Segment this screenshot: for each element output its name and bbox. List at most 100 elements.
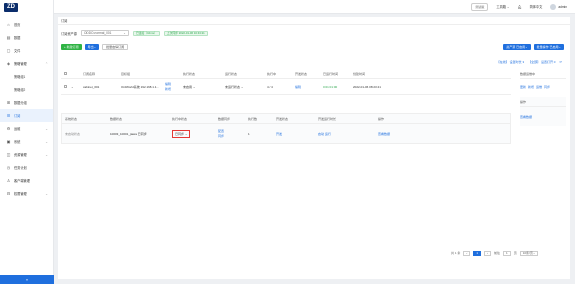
sidebar-item-data[interactable]: ▤ 数据 <box>0 31 53 44</box>
page-number[interactable]: 1 <box>473 250 482 256</box>
sidebar-nav: ⌂ 首页 ▤ 数据 ▢ 文件 ◈ 策略管理 ⌃ 策略组1 策略组2 ⊞ 数据分组 ☰ 订阅 ⚙… <box>0 18 53 200</box>
bell-icon[interactable]: 🔔︎ <box>518 5 522 9</box>
edit-link[interactable]: 编辑 <box>165 82 183 86</box>
sync-link[interactable]: 同步 <box>218 134 248 138</box>
next-page-button[interactable]: › <box>484 250 492 256</box>
sidebar-item-label: 订阅 <box>14 114 21 118</box>
sidebar-item-label: 系统 <box>14 140 21 144</box>
page-title-row: 订阅 <box>58 17 570 25</box>
cell-created: 2022-01-06 08:23:41 <box>353 84 381 89</box>
sidebar-item-file[interactable]: ▢ 文件 <box>0 44 53 57</box>
language-switch[interactable]: 简体中文 <box>530 4 543 9</box>
sidebar-item-label: 策略管理 <box>14 62 27 66</box>
sidebar-item-schedule[interactable]: ◷ 任务计划 <box>0 161 53 174</box>
select-all-checkbox[interactable] <box>64 71 67 75</box>
sidebar-item-label: 数据分组 <box>14 101 27 105</box>
sidebar-item-ops[interactable]: ⚙ 运维 ⌄ <box>0 122 53 135</box>
add-link[interactable]: 新增 <box>165 87 183 91</box>
toolbox-menu[interactable]: 工具箱 ⌄ <box>496 4 509 9</box>
sidebar-item-system[interactable]: ▣ 系统 ⌄ <box>0 135 53 148</box>
logo[interactable]: ZD <box>0 0 53 14</box>
sidebar-collapse-button[interactable]: « <box>0 275 54 284</box>
system-icon: ▣ <box>6 139 11 144</box>
goto-input[interactable]: 1 <box>503 250 511 256</box>
source-select[interactable]: ODDO-normal_001 ⌄ <box>80 30 129 36</box>
update-link[interactable]: 更新 <box>520 85 526 89</box>
right-panel-actions: 更新 新增 运维 同步 <box>520 79 566 95</box>
source-select-value: ODDO-normal_001 <box>83 31 112 35</box>
exec-state-value: 未启用 <box>183 84 193 89</box>
sub-cell-exec-count: 1 <box>248 131 250 136</box>
filter-online[interactable]: 【在线】 设置时长 3 <box>497 60 524 64</box>
source-enabled-button[interactable]: 资产源 已启用 ⌄ <box>503 44 531 50</box>
source-label: 订阅资产源 <box>61 31 77 36</box>
sidebar-subitem-policy-1[interactable]: 策略组1 <box>0 70 53 83</box>
export-label: 导出 <box>87 45 94 49</box>
export-button[interactable]: 导出 ⌄ <box>84 44 100 50</box>
chevron-up-icon: ⌃ <box>45 61 48 66</box>
refresh-icon[interactable]: ⟳ <box>559 60 562 64</box>
expanded-subtable: 系统状态 数据状态 执行中状态 数据同步 执行数 开发状态 开发运行时长 操作 … <box>61 113 511 144</box>
cell-target-actions: 编辑 新增 <box>165 82 183 91</box>
config-link[interactable]: 配置 <box>218 129 248 133</box>
exec-state-select[interactable]: 已同步 ⌄ <box>172 129 191 138</box>
sidebar-subitem-policy-2[interactable]: 策略组2 <box>0 83 53 96</box>
col-header: 订阅名称 <box>83 71 96 76</box>
sidebar-item-policy[interactable]: ◈ 策略管理 ⌃ <box>0 57 53 70</box>
view-data-link[interactable]: 查看数据 <box>378 132 428 136</box>
page-title: 订阅 <box>61 19 68 23</box>
prev-page-button[interactable]: ‹ <box>463 250 471 256</box>
sidebar-item-label: 运维 <box>14 127 21 131</box>
batch-enabled-button[interactable]: 批量操作 已启用 ⌄ <box>533 44 564 50</box>
sidebar-item-subscribe[interactable]: ☰ 订阅 <box>0 109 53 122</box>
sidebar-item-resource[interactable]: ◫ 资源管理 ⌄ <box>0 148 53 161</box>
sub-col-header: 开发运行时长 <box>318 116 337 121</box>
sidebar-item-group[interactable]: ⊞ 数据分组 <box>0 96 53 109</box>
sidebar-item-client[interactable]: ♙ 客户端管理 <box>0 174 53 187</box>
view-data-link[interactable]: 查看数据 <box>520 115 532 119</box>
sub-cell-exec-state: 已同步 ⌄ <box>172 129 218 138</box>
create-subscription-button[interactable]: + 新建订阅 <box>61 44 82 50</box>
right-panel: 数据运维中 更新 新增 运维 同步 操作 查看数据 <box>520 69 566 126</box>
permission-icon: ⊟ <box>6 191 11 196</box>
col-header: 创建时间 <box>353 71 366 76</box>
goto-label: 前往 <box>494 251 501 255</box>
select-all-cell <box>61 71 71 76</box>
add-link[interactable]: 新增 <box>528 85 534 89</box>
batch-enabled-label: 批量操作 已启用 <box>536 45 559 49</box>
page-unit: 页 <box>513 251 517 255</box>
cell-run-state[interactable]: 未运行状态 ⌄ <box>225 85 267 89</box>
sub-col-header: 操作 <box>378 116 385 121</box>
right-panel-sub-row: 查看数据 <box>520 107 566 126</box>
resource-icon: ◫ <box>6 152 11 157</box>
sub-cell-dev-time[interactable]: 启动 运行 <box>318 132 378 136</box>
collapse-icon: « <box>25 277 29 282</box>
filter-all[interactable]: 【全部】 设置打开 0 <box>528 60 555 64</box>
subtable-row[interactable]: 未启动状态 10003_10001_jiawa 已同步 已同步 ⌄ 配置 同步 … <box>62 124 510 143</box>
sidebar-subitem-label: 策略组1 <box>14 75 26 79</box>
expand-row-icon[interactable]: ⌄ <box>71 85 83 89</box>
page-size-select[interactable]: 10条/页 ⌄ <box>519 250 539 256</box>
row-checkbox[interactable] <box>64 84 67 88</box>
table-row[interactable]: ⌄ cabinet_001 OrdWorld系统 192.168.1.1... … <box>61 79 511 95</box>
cell-dev-state[interactable]: 编辑 <box>295 85 323 89</box>
sidebar-item-permission[interactable]: ⊟ 权限管理 ⌄ <box>0 187 53 200</box>
user-menu[interactable]: admin <box>550 3 567 10</box>
col-header: 已运行时间 <box>323 71 339 76</box>
data-state-value: 10003_10001_jiawa <box>110 131 137 136</box>
col-header: 运行状态 <box>225 71 238 76</box>
chevron-down-icon: ⌄ <box>45 126 48 131</box>
sync-link[interactable]: 同步 <box>544 85 550 89</box>
sidebar-item-home[interactable]: ⌂ 首页 <box>0 18 53 31</box>
page-size-value: 10条/页 <box>522 251 533 255</box>
cell-exec-state[interactable]: 未启用 ⌄ <box>183 85 225 89</box>
subscription-table: 订阅名称 目标组 执行状态 运行状态 执行中 开发状态 已运行时间 创建时间 ⌄… <box>61 69 511 95</box>
sub-col-header: 数据状态 <box>110 116 123 121</box>
ops-link[interactable]: 运维 <box>536 85 542 89</box>
sync-time-badge: 上次同步 2022-01-06 16:43:21 <box>163 30 208 36</box>
sub-cell-dev-state[interactable]: 开发 <box>276 132 318 136</box>
subscribe-icon: ☰ <box>6 113 11 118</box>
batch-toggle-button[interactable]: 批量启停订阅 <box>102 44 129 50</box>
cell-runtime: 0:01:01:00 <box>323 84 338 89</box>
total-count: 共 1 条 <box>451 251 461 255</box>
